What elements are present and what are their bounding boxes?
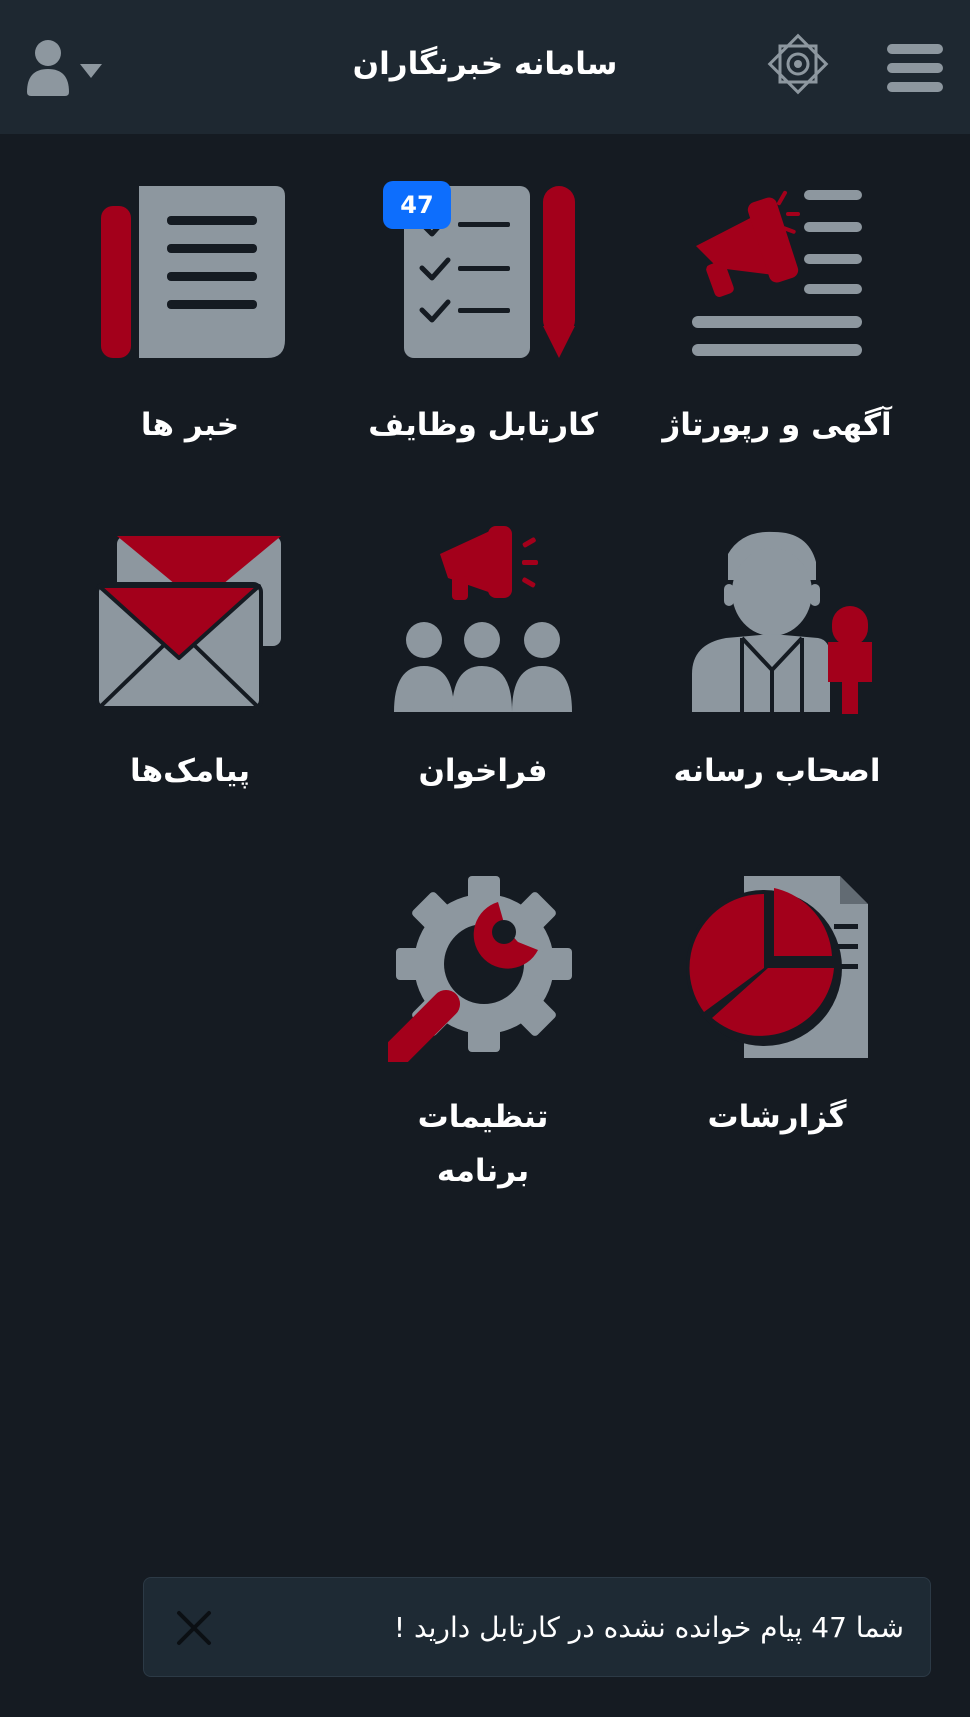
tile-label: فراخوان — [418, 753, 548, 789]
unread-messages-toast: شما 47 پیام خوانده نشده در کارتابل دارید… — [143, 1577, 931, 1677]
tile-reports[interactable]: گزارشات — [632, 872, 922, 1152]
announcement-crowd-icon — [394, 526, 572, 712]
app-header: سامانه خبرنگاران — [0, 0, 970, 134]
unread-count-badge: 47 — [383, 181, 451, 229]
tile-sms[interactable]: پیامک‌ها — [45, 526, 335, 806]
user-account-icon[interactable] — [24, 36, 108, 98]
emblem-logo[interactable] — [764, 30, 832, 98]
tile-news[interactable]: خبر ها — [45, 180, 335, 460]
tile-media-people[interactable]: اصحاب رسانه — [632, 526, 922, 806]
tile-label: پیامک‌ها — [129, 753, 250, 789]
newspaper-icon — [101, 186, 285, 358]
pie-chart-report-icon — [686, 876, 868, 1058]
tile-label: خبر ها — [140, 407, 240, 443]
tile-label: گزارشات — [707, 1099, 847, 1135]
tile-announcement[interactable]: فراخوان — [338, 526, 628, 806]
toast-message: شما 47 پیام خوانده نشده در کارتابل دارید… — [393, 1611, 904, 1644]
reporter-microphone-icon — [692, 531, 872, 714]
hamburger-menu-icon[interactable] — [883, 40, 947, 96]
tile-label: کارتابل وظایف — [368, 407, 598, 443]
tile-ads-reportage[interactable]: آگهی و رپورتاژ — [632, 180, 922, 460]
tile-label: آگهی و رپورتاژ — [662, 407, 892, 443]
close-icon[interactable] — [174, 1608, 214, 1648]
tile-label: تنظیمات — [417, 1099, 549, 1135]
chevron-down-icon — [80, 64, 102, 78]
tile-label: اصحاب رسانه — [673, 753, 881, 789]
tile-app-settings[interactable]: تنظیمات برنامه — [338, 872, 628, 1202]
megaphone-document-icon — [692, 190, 862, 356]
tile-task-cartable[interactable]: 47 کارتابل وظایف — [338, 180, 628, 460]
app-title: سامانه خبرنگاران — [352, 46, 618, 82]
envelopes-icon — [95, 536, 281, 710]
tile-label-line2: برنامه — [436, 1153, 530, 1189]
settings-wrench-gear-icon — [388, 876, 572, 1062]
